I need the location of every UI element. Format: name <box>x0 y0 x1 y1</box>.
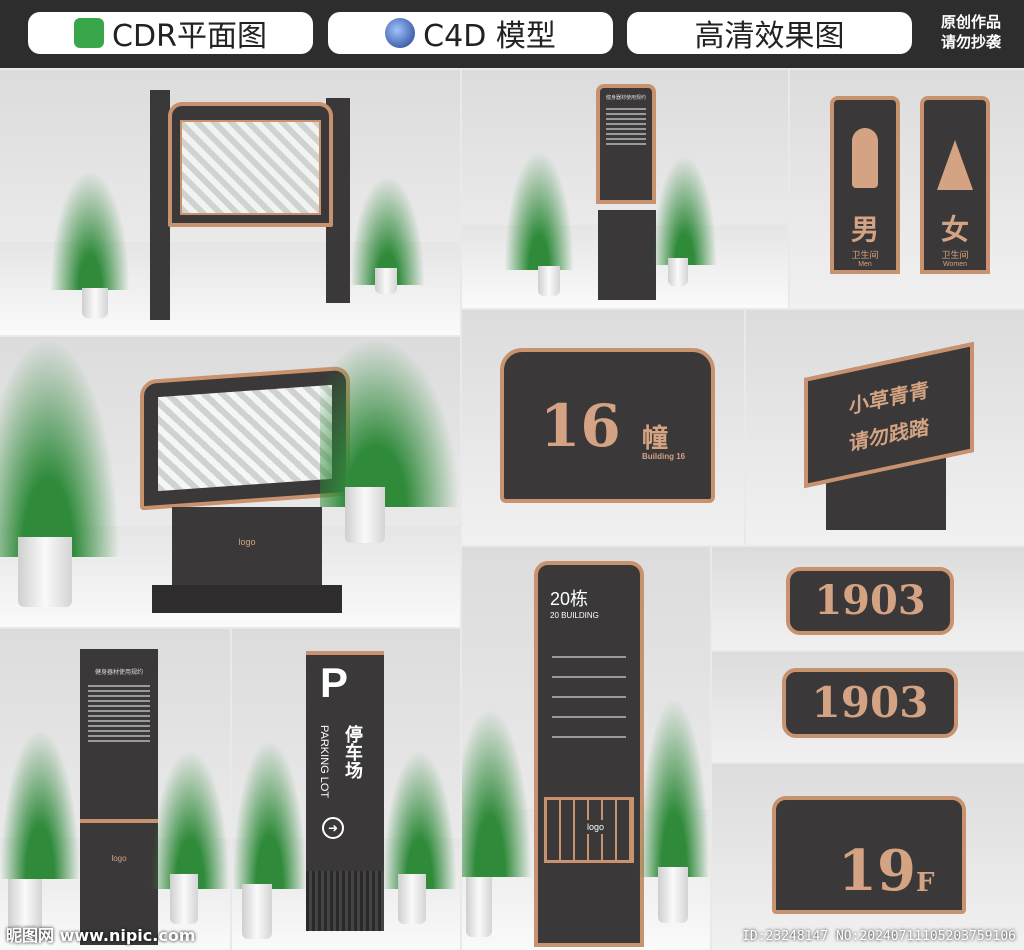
pot-left <box>82 288 108 318</box>
desk-base <box>152 585 342 613</box>
pot-left-4 <box>18 537 72 607</box>
plant-left-7 <box>0 729 80 879</box>
hd-label: 高清效果图 <box>694 19 845 54</box>
women-label-en: Women <box>943 261 967 268</box>
tower-logo: logo <box>585 820 607 834</box>
room-plate-1: 1903 <box>786 567 954 635</box>
panel-tower-directory: 20栋 20 BUILDING logo <box>462 547 710 950</box>
plant-right-8 <box>382 749 457 889</box>
plant-right-4 <box>320 337 460 507</box>
floor-number: 19 <box>838 838 916 904</box>
cdr-icon <box>74 18 105 48</box>
room-number-1: 1903 <box>814 577 926 624</box>
parking-base-ribs <box>306 871 384 931</box>
panel-parking-sign: P 停车场 PARKING LOT ➜ <box>232 629 460 950</box>
panel-room-number-1: 1903 <box>712 547 1024 650</box>
desk-board <box>140 365 350 511</box>
pot-left-2 <box>538 266 560 296</box>
parking-label-en: PARKING LOT <box>318 725 330 799</box>
pot-left-9 <box>466 877 492 937</box>
c4d-label: C4D 模型 <box>423 19 556 54</box>
male-icon <box>852 128 878 188</box>
copper-band <box>80 819 158 823</box>
plant-right-9 <box>638 697 710 877</box>
building-number: 16 <box>540 392 621 460</box>
panel-restroom-signs: 男 卫生间 Men 女 卫生间 Women <box>790 70 1024 308</box>
panel-room-number-2: 1903 <box>712 652 1024 762</box>
copyright-note: 原创作品 请勿抄袭 <box>940 13 1001 51</box>
plant-left-4 <box>0 337 120 557</box>
plant-left <box>50 170 130 290</box>
pot-right-7 <box>170 874 198 924</box>
tall-notice-logo: logo <box>111 854 127 863</box>
tall-notice-board: 健身器材使用规约 logo <box>80 649 158 945</box>
directory-lines <box>538 620 640 774</box>
building-en: Building 16 <box>642 452 686 461</box>
cdr-label: CDR平面图 <box>112 19 267 54</box>
plant-right-7 <box>150 749 230 889</box>
cdr-badge: CDR平面图 <box>28 12 313 54</box>
lattice-panel: logo <box>544 797 634 863</box>
tall-notice-title: 健身器材使用规约 <box>94 670 143 676</box>
parking-label-cn: 停车场 <box>343 725 363 779</box>
pot-right-8 <box>398 874 426 924</box>
site-map-image <box>180 120 321 215</box>
men-label-char: 男 <box>850 213 879 246</box>
header-bar: CDR平面图 C4D 模型 高清效果图 原创作品 请勿抄袭 <box>0 0 1024 68</box>
desk-logo: logo <box>238 537 256 547</box>
room-plate-2: 1903 <box>782 668 958 738</box>
c4d-icon <box>385 18 416 48</box>
building-16-sign: 16 幢 Building 16 <box>500 348 715 503</box>
arrow-right-icon: ➜ <box>322 817 344 839</box>
panel-building-sign: 16 幢 Building 16 <box>462 310 744 545</box>
floor-plate: 19 F <box>772 796 966 914</box>
plant-left-2 <box>504 150 574 270</box>
tower-subtitle: 20 BUILDING <box>550 611 599 620</box>
panel-floor-sign: 19 F <box>712 764 1024 950</box>
pot-right-2 <box>668 258 688 286</box>
panel-grass-sign: 小草青青 请勿践踏 <box>746 310 1024 545</box>
women-label-sub: 卫生间 <box>941 250 969 260</box>
pot-right-9 <box>658 867 688 923</box>
men-label-sub: 卫生间 <box>851 250 879 260</box>
site-watermark: 昵图网 www.nipic.com <box>6 926 196 945</box>
c4d-badge: C4D 模型 <box>328 12 613 54</box>
parking-sign: P 停车场 PARKING LOT ➜ <box>306 651 384 931</box>
restroom-sign-men: 男 卫生间 Men <box>830 96 900 274</box>
men-label-en: Men <box>858 261 872 268</box>
notice-title: 健身器材使用规约 <box>605 95 646 101</box>
desk-map-image <box>158 384 332 492</box>
grass-sign-board: 小草青青 请勿践踏 <box>804 341 974 489</box>
restroom-sign-women: 女 卫生间 Women <box>920 96 990 274</box>
female-icon <box>937 140 973 190</box>
pot-right <box>375 268 397 294</box>
women-label-char: 女 <box>940 213 969 246</box>
panel-notice-stand: 健身器材使用规约 <box>462 70 788 308</box>
plant-right-2 <box>652 155 717 265</box>
hd-badge: 高清效果图 <box>627 12 912 54</box>
notice-board: 健身器材使用规约 <box>596 84 656 204</box>
panel-map-billboard <box>0 70 460 335</box>
pot-right-4 <box>345 487 385 543</box>
room-number-2: 1903 <box>811 678 929 727</box>
plant-left-8 <box>232 739 307 889</box>
notice-base <box>598 210 656 300</box>
tower-sign: 20栋 20 BUILDING logo <box>534 561 644 947</box>
billboard-board <box>168 102 333 227</box>
parking-p: P <box>320 659 349 706</box>
panel-tall-notice: 健身器材使用规约 logo <box>0 629 230 950</box>
pot-left-8 <box>242 884 272 939</box>
tower-title: 20栋 <box>550 589 589 609</box>
desk-pedestal: logo <box>172 507 322 591</box>
building-char: 幢 <box>642 424 669 454</box>
image-id: ID:23248147 NO:20240711105203759106 <box>742 929 1016 944</box>
billboard-post-left <box>150 90 170 320</box>
plant-left-9 <box>462 707 532 877</box>
floor-suffix: F <box>916 868 935 898</box>
panel-map-desk: logo <box>0 337 460 627</box>
